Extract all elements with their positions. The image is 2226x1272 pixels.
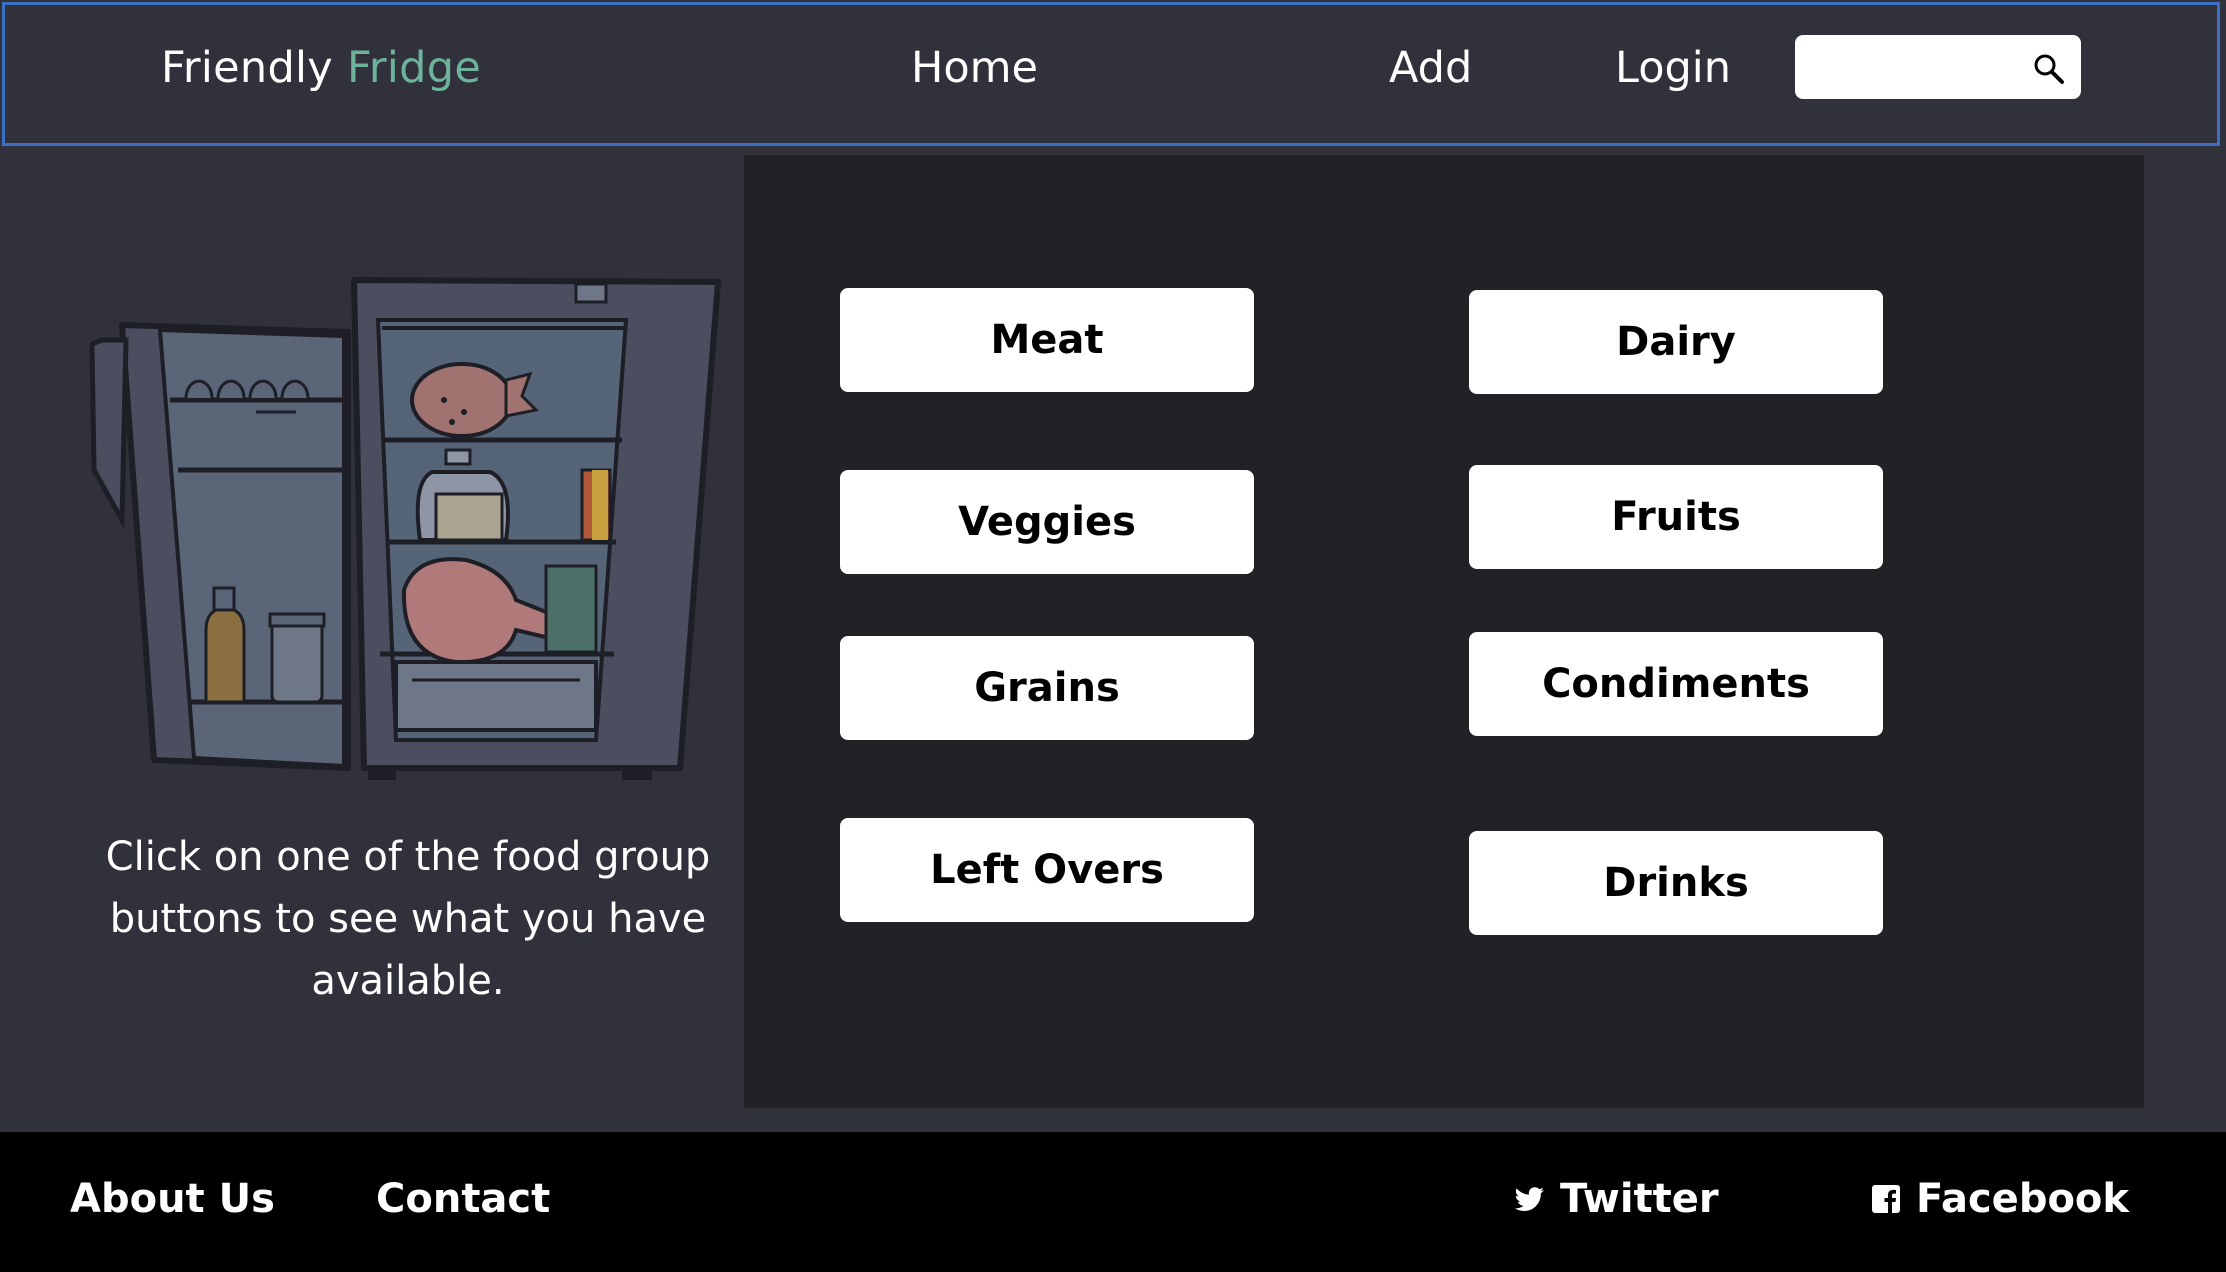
twitter-icon [1514,1187,1544,1211]
left-overs-button[interactable]: Left Overs [840,818,1254,922]
twitter-label: Twitter [1560,1176,1719,1222]
brand-accent: Fridge [347,43,482,93]
footer: About Us Contact Twitter Facebook [0,1132,2226,1272]
nav-home-link[interactable]: Home [911,43,1038,93]
facebook-link[interactable]: Facebook [1870,1176,2129,1222]
condiments-button[interactable]: Condiments [1469,632,1883,736]
search-box[interactable] [1795,35,2081,99]
veggies-button[interactable]: Veggies [840,470,1254,574]
nav-add-link[interactable]: Add [1389,43,1472,93]
brand-logo[interactable]: Friendly Fridge [161,43,481,93]
nav-login-link[interactable]: Login [1615,43,1731,93]
meat-button[interactable]: Meat [840,288,1254,392]
twitter-link[interactable]: Twitter [1514,1176,1719,1222]
fridge-illustration [89,277,721,780]
search-input[interactable] [1805,43,2025,91]
facebook-label: Facebook [1916,1176,2130,1222]
drinks-button[interactable]: Drinks [1469,831,1883,935]
contact-link[interactable]: Contact [376,1176,550,1222]
navbar: Friendly Fridge Home Add Login [2,2,2220,146]
fruits-button[interactable]: Fruits [1469,465,1883,569]
search-icon[interactable] [2031,51,2065,85]
about-us-link[interactable]: About Us [70,1176,275,1222]
facebook-icon [1872,1185,1900,1213]
dairy-button[interactable]: Dairy [1469,290,1883,394]
intro-text: Click on one of the food group buttons t… [105,834,711,1004]
grains-button[interactable]: Grains [840,636,1254,740]
brand-main: Friendly [161,43,334,93]
